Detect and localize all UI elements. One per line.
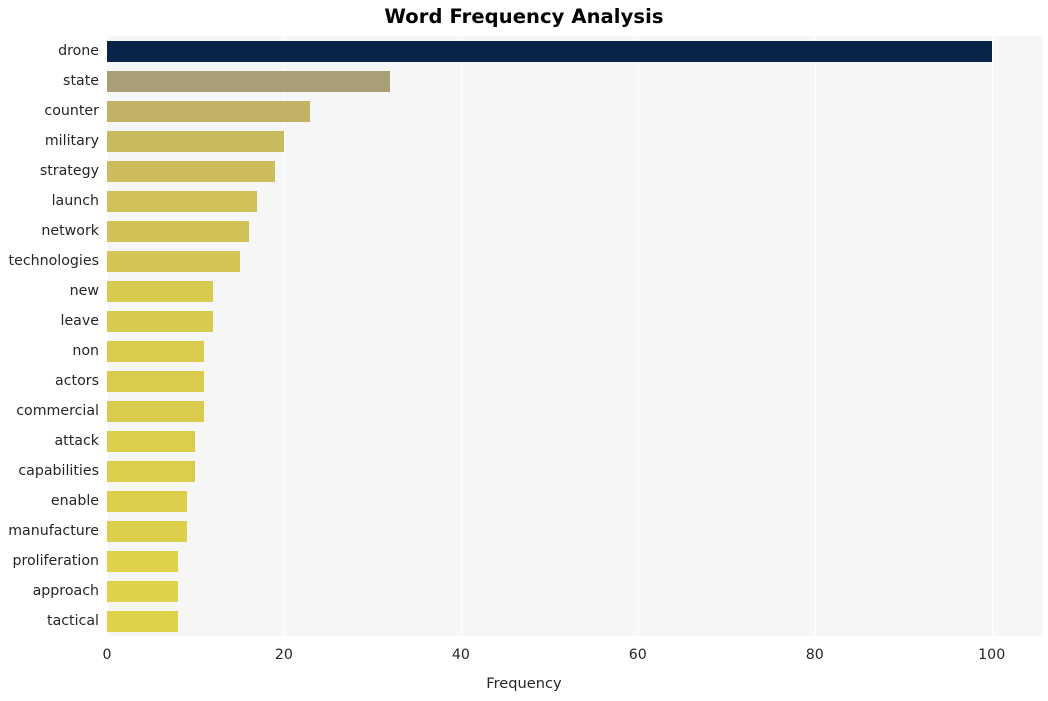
bar-tactical[interactable] xyxy=(107,610,178,632)
y-tick-label-counter: counter xyxy=(44,102,99,119)
y-tick-label-new: new xyxy=(69,282,99,299)
bar-actors[interactable] xyxy=(107,370,205,392)
bar-launch[interactable] xyxy=(107,190,258,212)
y-tick-label-enable: enable xyxy=(50,492,99,509)
bar-new[interactable] xyxy=(107,280,214,302)
bar-strategy[interactable] xyxy=(107,160,276,182)
x-axis-tick-labels: 0 20 40 60 80 100 xyxy=(0,648,1048,668)
bar-counter[interactable] xyxy=(107,100,311,122)
y-tick-label-state: state xyxy=(63,72,99,89)
bar-manufacture[interactable] xyxy=(107,520,187,542)
x-tick-label-40: 40 xyxy=(451,647,470,663)
bar-capabilities[interactable] xyxy=(107,460,196,482)
y-tick-label-commercial: commercial xyxy=(16,402,99,419)
y-tick-label-capabilities: capabilities xyxy=(18,462,99,479)
bar-military[interactable] xyxy=(107,130,284,152)
bar-non[interactable] xyxy=(107,340,205,362)
bar-attack[interactable] xyxy=(107,430,196,452)
y-axis-labels: drone state counter military strategy launch n… xyxy=(0,36,99,636)
y-tick-label-leave: leave xyxy=(60,312,100,329)
x-tick-label-60: 60 xyxy=(628,647,647,663)
chart-title: Word Frequency Analysis xyxy=(384,5,664,28)
x-axis-title: Frequency xyxy=(486,675,562,692)
bar-approach[interactable] xyxy=(107,580,178,602)
x-tick-label-20: 20 xyxy=(274,647,293,663)
bar-proliferation[interactable] xyxy=(107,550,178,572)
y-tick-label-technologies: technologies xyxy=(8,252,99,269)
word-frequency-chart-figure: Word Frequency Analysis drone state counte… xyxy=(0,0,1048,701)
y-tick-label-manufacture: manufacture xyxy=(8,522,99,539)
bars-layer xyxy=(107,36,1043,636)
y-tick-label-tactical: tactical xyxy=(47,612,99,629)
y-tick-label-strategy: strategy xyxy=(39,162,99,179)
x-tick-label-100: 100 xyxy=(978,647,1006,663)
y-tick-label-attack: attack xyxy=(54,432,99,449)
y-tick-label-military: military xyxy=(44,132,99,149)
y-tick-label-launch: launch xyxy=(51,192,99,209)
bar-drone[interactable] xyxy=(107,40,992,62)
y-tick-label-proliferation: proliferation xyxy=(12,552,99,569)
bar-commercial[interactable] xyxy=(107,400,205,422)
y-tick-label-network: network xyxy=(41,222,99,239)
y-tick-label-actors: actors xyxy=(55,372,99,389)
plot-area xyxy=(107,36,1043,636)
bar-technologies[interactable] xyxy=(107,250,240,272)
bar-state[interactable] xyxy=(107,70,391,92)
y-tick-label-approach: approach xyxy=(32,582,99,599)
bar-network[interactable] xyxy=(107,220,249,242)
y-tick-label-non: non xyxy=(72,342,99,359)
bar-leave[interactable] xyxy=(107,310,214,332)
x-tick-label-0: 0 xyxy=(102,647,112,663)
bar-enable[interactable] xyxy=(107,490,187,512)
y-tick-label-drone: drone xyxy=(58,42,99,59)
x-tick-label-80: 80 xyxy=(805,647,824,663)
